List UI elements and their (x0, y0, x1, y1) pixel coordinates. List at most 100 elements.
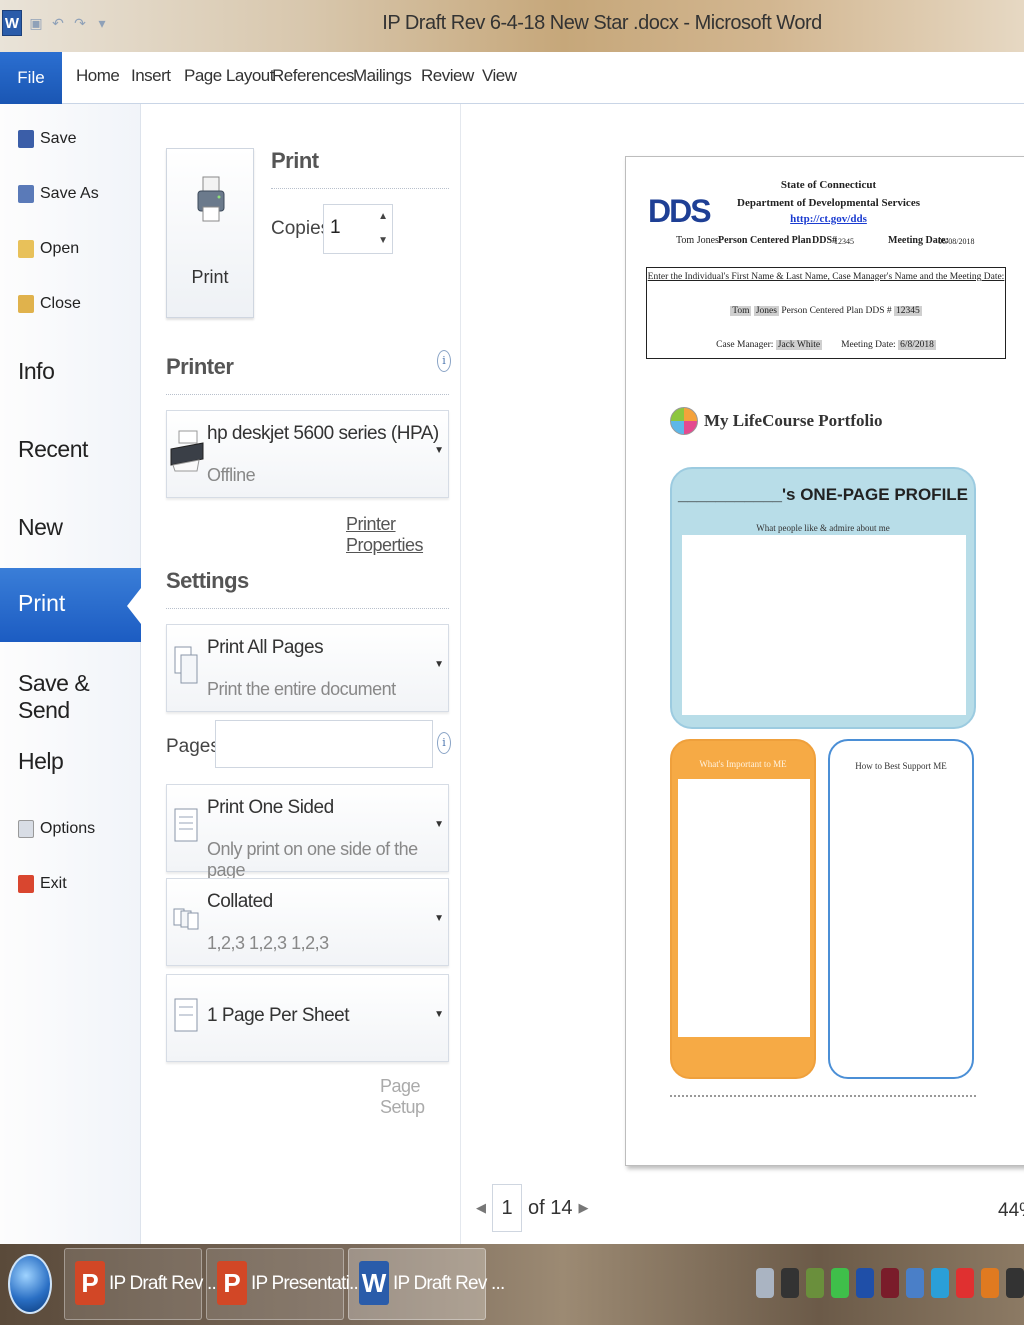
taskbar-item-powerpoint-2[interactable]: P IP Presentati... (206, 1248, 363, 1320)
start-button[interactable] (8, 1254, 52, 1314)
nav-info[interactable]: Info (18, 358, 55, 385)
copies-stepper[interactable]: 1 ▲ ▼ (323, 204, 393, 254)
title-bar: W ▣ ↶ ↷ ▾ IP Draft Rev 6-4-18 New Star .… (0, 0, 1024, 52)
tray-bluetooth-icon[interactable] (856, 1268, 874, 1298)
print-sided-sub: Only print on one side of the page (207, 839, 418, 880)
state-heading: State of Connecticut (780, 179, 877, 191)
support-me-box: How to Best Support ME (828, 739, 974, 1079)
divider (271, 188, 449, 189)
nav-close-label: Close (40, 295, 81, 312)
nav-new[interactable]: New (18, 514, 63, 541)
page-setup-link[interactable]: Page Setup (380, 1076, 460, 1118)
nav-open-label: Open (40, 240, 80, 257)
important-content-area (678, 779, 810, 1037)
tab-home[interactable]: Home (76, 66, 120, 86)
printer-dropdown[interactable]: hp deskjet 5600 series (HPA) Offline ▼ (166, 410, 449, 498)
print-sided-dropdown[interactable]: Print One Sided Only print on one side o… (166, 784, 449, 880)
chevron-down-icon: ▼ (434, 819, 444, 830)
nav-save-label: Save (40, 130, 77, 147)
tray-app-icon[interactable] (931, 1268, 949, 1298)
lifecourse-logo-icon (670, 407, 698, 435)
page-per-sheet-icon (174, 998, 198, 1032)
nav-print[interactable]: Print (0, 568, 141, 642)
exit-icon (18, 875, 34, 893)
tab-review[interactable]: Review (421, 66, 474, 86)
page-count: of 14 (528, 1196, 573, 1219)
tab-file[interactable]: File (0, 52, 62, 104)
dds-url[interactable]: http://ct.gov/dds (790, 213, 867, 225)
collate-dropdown[interactable]: Collated 1,2,3 1,2,3 1,2,3 ▼ (166, 878, 449, 966)
tab-page-layout[interactable]: Page Layout (184, 66, 274, 86)
form-cm: Jack White (775, 340, 823, 350)
form-plan: Person Centered Plan DDS # (781, 306, 892, 316)
form-first-name: Tom (730, 306, 752, 316)
nav-exit[interactable]: Exit (18, 875, 67, 893)
form-md-label: Meeting Date: (841, 340, 896, 350)
nav-save[interactable]: Save (18, 130, 76, 148)
nav-close[interactable]: Close (18, 295, 81, 313)
pages-input[interactable] (215, 720, 433, 768)
print-range-dropdown[interactable]: Print All Pages Print the entire documen… (166, 624, 449, 712)
taskbar-item-label: IP Draft Rev ... (109, 1273, 221, 1294)
tray-globe-icon[interactable] (906, 1268, 924, 1298)
zoom-level[interactable]: 44% (998, 1200, 1024, 1222)
print-range-main: Print All Pages (207, 637, 324, 658)
tray-office-icon[interactable] (981, 1268, 999, 1298)
info-icon[interactable]: i (437, 732, 451, 754)
preview-page: DDS State of Connecticut Department of D… (625, 156, 1024, 1166)
tray-sync-icon[interactable] (831, 1268, 849, 1298)
stepper-up-icon[interactable]: ▲ (378, 211, 388, 222)
tray-network-icon[interactable] (806, 1268, 824, 1298)
save-as-icon (18, 185, 34, 203)
line-plan: Person Centered Plan (718, 235, 812, 246)
info-icon[interactable]: i (437, 350, 451, 372)
collate-main: Collated (207, 891, 273, 912)
nav-options[interactable]: Options (18, 820, 95, 838)
copies-value: 1 (330, 217, 341, 238)
tab-references[interactable]: References (272, 66, 354, 86)
print-button[interactable]: Print (166, 148, 254, 318)
nav-print-label: Print (18, 590, 66, 616)
ribbon-tabs: File Home Insert Page Layout References … (0, 52, 1024, 104)
print-range-sub: Print the entire document (207, 679, 396, 699)
nav-recent[interactable]: Recent (18, 436, 88, 463)
tray-alert-icon[interactable] (956, 1268, 974, 1298)
nav-open[interactable]: Open (18, 240, 79, 258)
tray-audio-icon[interactable] (781, 1268, 799, 1298)
profile-content-area (682, 535, 966, 715)
word-icon: W (359, 1261, 389, 1305)
tray-flag-icon[interactable] (1006, 1268, 1024, 1298)
collate-sub: 1,2,3 1,2,3 1,2,3 (207, 933, 329, 953)
pages-icon (174, 646, 198, 684)
page-navigator: ◀ 1 of 14 ▶ (476, 1184, 588, 1232)
line-meeting-value: 06/08/2018 (938, 237, 975, 246)
nav-save-as[interactable]: Save As (18, 185, 99, 203)
collate-icon (173, 908, 199, 930)
nav-help[interactable]: Help (18, 748, 64, 775)
taskbar: P IP Draft Rev ... P IP Presentati... W … (0, 1244, 1024, 1325)
backstage-nav: Save Save As Open Close Info Recent New … (0, 104, 141, 1244)
tab-insert[interactable]: Insert (131, 66, 171, 86)
printer-name: hp deskjet 5600 series (HPA) (207, 423, 439, 444)
stepper-down-icon[interactable]: ▼ (378, 235, 388, 246)
prev-page-icon[interactable]: ◀ (476, 1200, 486, 1216)
tray-security-icon[interactable] (881, 1268, 899, 1298)
options-icon (18, 820, 34, 838)
one-page-profile-box: ___________'s ONE-PAGE PROFILE What peop… (670, 467, 976, 729)
nav-save-send[interactable]: Save & Send (18, 670, 140, 724)
next-page-icon[interactable]: ▶ (578, 1200, 588, 1216)
tab-view[interactable]: View (482, 66, 517, 86)
taskbar-item-powerpoint-1[interactable]: P IP Draft Rev ... (64, 1248, 221, 1320)
profile-title: ___________'s ONE-PAGE PROFILE (677, 485, 969, 504)
tray-drive-icon[interactable] (756, 1268, 774, 1298)
powerpoint-icon: P (217, 1261, 247, 1305)
current-page-input[interactable]: 1 (492, 1184, 522, 1232)
print-title: Print (271, 148, 319, 173)
printer-status: Offline (207, 465, 256, 485)
tab-mailings[interactable]: Mailings (353, 66, 412, 86)
pages-per-sheet-dropdown[interactable]: 1 Page Per Sheet ▼ (166, 974, 449, 1062)
taskbar-item-word[interactable]: W IP Draft Rev ... (348, 1248, 505, 1320)
one-sided-icon (174, 808, 198, 842)
printer-properties-link[interactable]: Printer Properties (346, 514, 460, 556)
taskbar-item-label: IP Presentati... (251, 1273, 363, 1294)
